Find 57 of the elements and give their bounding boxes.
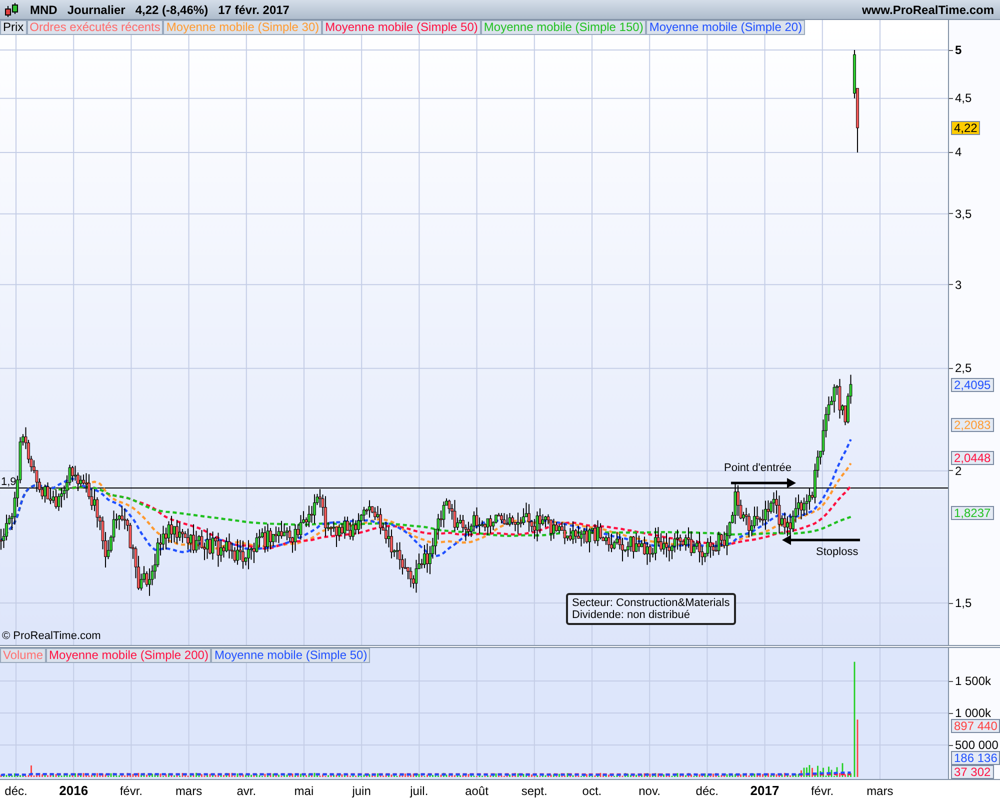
date-label: 17 févr. 2017	[218, 2, 290, 16]
candlestick-icon	[4, 2, 20, 18]
copyright-label: © ProRealTime.com	[2, 630, 101, 642]
axis-label: févr.	[810, 784, 834, 798]
value-badge: 186 136	[951, 751, 1000, 765]
axis-tick-label: 2	[949, 464, 962, 477]
axis-tick-label: 3,5	[949, 208, 972, 220]
value-badge: 4,22	[951, 120, 980, 135]
axis-label: févr.	[120, 784, 143, 798]
axis-tick-label: 1,5	[949, 597, 972, 609]
axis-tick-label: 1 000k	[949, 707, 992, 719]
legend-item[interactable]: Prix	[0, 20, 27, 35]
legend-item[interactable]: Ordres exécutés récents	[26, 20, 164, 35]
axis-tick-label: 3	[949, 278, 962, 291]
axis-label: mars	[866, 784, 894, 798]
legend-item[interactable]: Moyenne mobile (Simple 20)	[646, 20, 806, 35]
arrow	[731, 478, 796, 488]
website-label: www.ProRealTime.com	[862, 2, 994, 16]
legend-item[interactable]: Moyenne mobile (Simple 150)	[480, 20, 646, 35]
quote-label: 4,22 (-8,46%)	[135, 2, 208, 16]
value-badge: 2,4095	[951, 378, 994, 392]
axis-label: 2017	[750, 783, 780, 798]
level-label: 1,9	[1, 476, 16, 488]
symbol-label: MND	[30, 2, 58, 16]
axis-tick-label: 4	[949, 146, 962, 158]
axis-tick-label: 2,5	[949, 362, 972, 374]
value-badge: 2,0448	[951, 450, 994, 465]
annotation-label: Point d'entrée	[724, 462, 792, 474]
period-label: Journalier	[67, 2, 126, 16]
axis-label: sept.	[521, 784, 548, 798]
value-badge: 2,2083	[951, 418, 994, 432]
annotation-label: Stoploss	[816, 546, 858, 558]
axis-tick-label: 500 000	[949, 739, 998, 751]
axis-tick-label: 4,5	[949, 92, 972, 104]
axis-label: août	[465, 784, 488, 798]
value-badge: 1,8237	[951, 506, 994, 520]
axis-label: avr.	[236, 784, 256, 798]
legend-item[interactable]: Moyenne mobile (Simple 50)	[211, 648, 370, 663]
legend-item[interactable]: Volume	[0, 648, 46, 663]
axis-label: nov.	[638, 784, 660, 798]
legend-item[interactable]: Moyenne mobile (Simple 200)	[46, 648, 212, 663]
axis-label: juil.	[410, 784, 428, 798]
axis-label: déc.	[696, 784, 718, 798]
value-badge: 37 302	[951, 765, 994, 779]
axis-label: déc.	[4, 784, 28, 798]
legend-item[interactable]: Moyenne mobile (Simple 50)	[322, 20, 481, 35]
axis-tick-label: 5	[949, 44, 962, 56]
axis-tick-label: 1 500k	[949, 675, 992, 687]
axis-label: oct.	[582, 784, 602, 798]
legend-item[interactable]: Moyenne mobile (Simple 30)	[163, 20, 322, 35]
info-text: Dividende: non distribué	[572, 609, 692, 621]
value-badge: 897 440	[951, 719, 1000, 733]
axis-label: juin	[352, 784, 371, 798]
axis-label: 2016	[59, 783, 88, 798]
axis-label: mai	[294, 784, 314, 798]
info-text: Secteur: Construction&Materials	[572, 597, 730, 609]
axis-label: mars	[175, 784, 202, 798]
